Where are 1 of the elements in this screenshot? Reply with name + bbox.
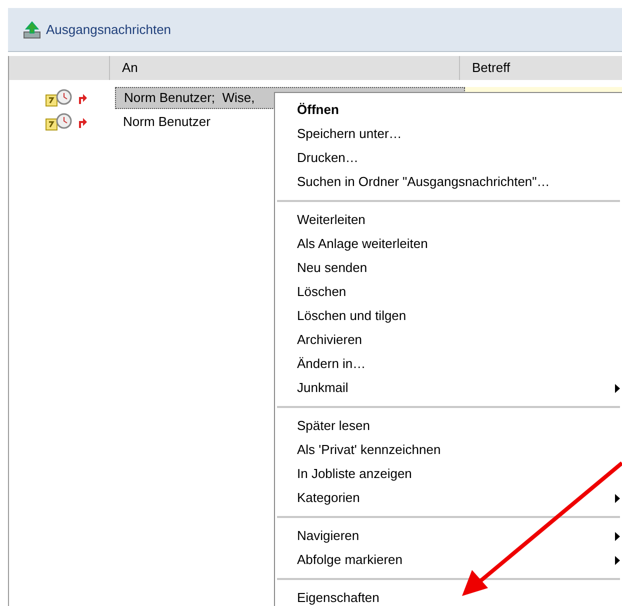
- folder-title: Ausgangsnachrichten: [46, 20, 172, 39]
